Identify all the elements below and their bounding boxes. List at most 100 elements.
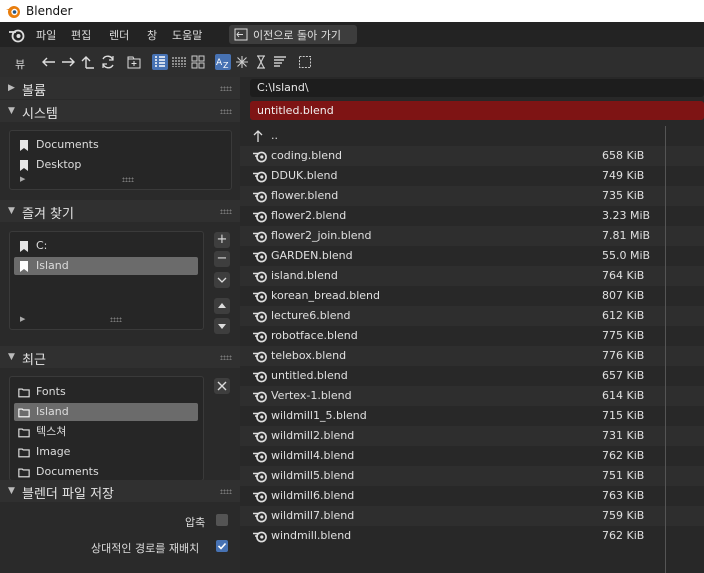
file-row[interactable]: korean_bread.blend 807 KiB	[240, 286, 704, 306]
back-button-label: 이전으로 돌아 가기	[253, 29, 341, 42]
panel-header-save-options[interactable]: ▼ 블렌더 파일 저장	[0, 480, 240, 502]
filename-value: untitled.blend	[257, 104, 334, 117]
file-row[interactable]: telebox.blend 776 KiB	[240, 346, 704, 366]
refresh-icon[interactable]	[100, 54, 116, 70]
file-size: 776 KiB	[602, 349, 645, 362]
drag-handle-icon[interactable]	[220, 86, 232, 91]
file-row[interactable]: lecture6.blend 612 KiB	[240, 306, 704, 326]
favorites-menu-button[interactable]	[214, 272, 230, 288]
expand-arrow-icon: ▼	[8, 486, 15, 496]
file-row[interactable]: wildmill4.blend 762 KiB	[240, 446, 704, 466]
move-up-button[interactable]	[214, 298, 230, 314]
svg-text:A: A	[216, 58, 223, 68]
blend-file-icon	[253, 391, 267, 403]
recent-item[interactable]: Fonts	[14, 383, 198, 401]
expand-arrow-icon: ▼	[8, 106, 15, 116]
blend-file-icon	[253, 471, 267, 483]
file-row[interactable]: robotface.blend 775 KiB	[240, 326, 704, 346]
blender-menu-icon[interactable]	[8, 27, 26, 43]
file-row[interactable]: Vertex-1.blend 614 KiB	[240, 386, 704, 406]
menu-help[interactable]: 도움말	[172, 27, 202, 43]
triangle-up-icon	[218, 303, 226, 308]
file-name: korean_bread.blend	[271, 289, 380, 302]
drag-handle-icon[interactable]	[220, 109, 232, 114]
menu-render[interactable]: 렌더	[109, 27, 129, 43]
arrow-right-icon[interactable]	[60, 54, 76, 70]
filename-field[interactable]: untitled.blend	[250, 101, 704, 120]
clear-recent-button[interactable]	[214, 378, 230, 394]
panel-header-recent[interactable]: ▼ 최근	[0, 346, 240, 368]
remove-favorite-button[interactable]: −	[214, 251, 230, 267]
system-item-desktop[interactable]: Desktop	[14, 156, 226, 174]
compress-checkbox[interactable]	[216, 514, 228, 526]
list-resize-grip-icon[interactable]	[122, 177, 134, 182]
drag-handle-icon[interactable]	[220, 355, 232, 360]
panel-header-system[interactable]: ▼ 시스템	[0, 100, 240, 122]
display-thumbnails-icon[interactable]	[190, 54, 206, 70]
blend-file-icon	[253, 251, 267, 263]
file-row[interactable]: island.blend 764 KiB	[240, 266, 704, 286]
back-to-previous-button[interactable]: 이전으로 돌아 가기	[229, 25, 357, 44]
file-row[interactable]: wildmill6.blend 763 KiB	[240, 486, 704, 506]
favorite-item-label: Island	[36, 259, 69, 272]
file-row[interactable]: flower2.blend 3.23 MiB	[240, 206, 704, 226]
file-name: wildmill2.blend	[271, 429, 355, 442]
display-list-horizontal-icon[interactable]	[171, 54, 187, 70]
file-row[interactable]: untitled.blend 657 KiB	[240, 366, 704, 386]
move-down-button[interactable]	[214, 318, 230, 334]
file-name: GARDEN.blend	[271, 249, 353, 262]
file-row[interactable]: DDUK.blend 749 KiB	[240, 166, 704, 186]
add-favorite-button[interactable]: +	[214, 232, 230, 248]
drag-handle-icon[interactable]	[220, 489, 232, 494]
arrow-left-icon[interactable]	[41, 54, 57, 70]
column-separator[interactable]	[665, 126, 666, 573]
file-row[interactable]: coding.blend 658 KiB	[240, 146, 704, 166]
panel-header-favorites[interactable]: ▼ 즐겨 찾기	[0, 200, 240, 222]
menu-file[interactable]: 파일	[36, 27, 56, 43]
recent-item[interactable]: Island	[14, 403, 198, 421]
sort-by-size-icon[interactable]	[272, 54, 288, 70]
menu-window[interactable]: 창	[147, 27, 157, 43]
blend-file-icon	[253, 191, 267, 203]
checkmark-icon	[217, 542, 227, 550]
view-menu[interactable]: 뷰	[15, 56, 25, 72]
file-size: 762 KiB	[602, 529, 645, 542]
menu-edit[interactable]: 편집	[71, 27, 91, 43]
parent-directory-icon[interactable]	[80, 54, 96, 70]
list-expand-arrow-icon[interactable]: ▶	[20, 315, 25, 323]
favorite-item-island[interactable]: Island	[14, 257, 198, 275]
folder-icon	[18, 388, 30, 398]
recent-item[interactable]: Image	[14, 443, 198, 461]
file-row[interactable]: wildmill5.blend 751 KiB	[240, 466, 704, 486]
list-expand-arrow-icon[interactable]: ▶	[20, 175, 25, 183]
recent-item[interactable]: Documents	[14, 463, 198, 480]
back-icon	[234, 28, 248, 41]
new-folder-icon[interactable]	[126, 54, 142, 70]
directory-path-field[interactable]: C:\Island\	[250, 79, 704, 97]
file-row[interactable]: wildmill7.blend 759 KiB	[240, 506, 704, 526]
file-row[interactable]: windmill.blend 762 KiB	[240, 526, 704, 546]
list-resize-grip-icon[interactable]	[110, 317, 122, 322]
folder-icon	[18, 448, 30, 458]
favorite-item-c[interactable]: C:	[14, 237, 198, 255]
file-row[interactable]: GARDEN.blend 55.0 MiB	[240, 246, 704, 266]
recent-item-label: Island	[36, 405, 69, 418]
panel-header-volumes[interactable]: ▶ 볼륨	[0, 77, 240, 99]
recent-item[interactable]: 텍스쳐	[14, 423, 198, 441]
file-row[interactable]: wildmill2.blend 731 KiB	[240, 426, 704, 446]
sort-alphabetical-icon[interactable]: AZ	[215, 54, 231, 70]
display-list-vertical-icon[interactable]	[152, 54, 168, 70]
panel-title-save-options: 블렌더 파일 저장	[22, 487, 114, 502]
remap-relative-checkbox[interactable]	[216, 540, 228, 552]
file-row[interactable]: wildmill1_5.blend 715 KiB	[240, 406, 704, 426]
file-row[interactable]: flower2_join.blend 7.81 MiB	[240, 226, 704, 246]
blend-file-icon	[253, 311, 267, 323]
parent-directory-row[interactable]: ..	[240, 126, 704, 146]
filter-icon[interactable]	[297, 54, 313, 70]
sort-by-extension-icon[interactable]	[234, 54, 250, 70]
system-item-documents[interactable]: Documents	[14, 136, 226, 154]
drag-handle-icon[interactable]	[220, 209, 232, 214]
file-name: DDUK.blend	[271, 169, 338, 182]
file-row[interactable]: flower.blend 735 KiB	[240, 186, 704, 206]
sort-by-time-icon[interactable]	[253, 54, 269, 70]
